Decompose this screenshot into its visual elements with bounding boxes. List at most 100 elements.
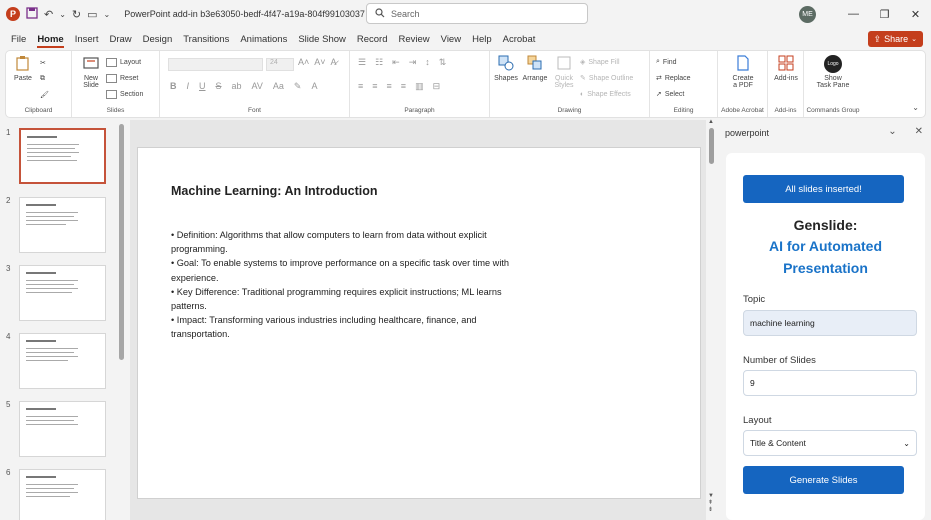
tab-acrobat[interactable]: Acrobat <box>503 34 536 45</box>
layout-button[interactable]: Layout <box>106 54 143 70</box>
thumb-number: 1 <box>6 128 11 137</box>
text-direction-icon[interactable]: ⇅ <box>439 57 447 68</box>
slide-thumbnail[interactable] <box>19 128 106 184</box>
highlight-icon[interactable]: ✎ <box>294 81 302 92</box>
spacing-button[interactable]: AV <box>252 81 263 92</box>
align-right-icon[interactable]: ≡ <box>387 81 392 92</box>
shape-outline-button[interactable]: ✎ Shape Outline <box>580 70 633 86</box>
slide-title[interactable]: Machine Learning: An Introduction <box>171 184 377 198</box>
tab-design[interactable]: Design <box>143 34 173 45</box>
slide-thumbnail[interactable] <box>19 333 106 389</box>
line-spacing-icon[interactable]: ↕ <box>425 57 430 68</box>
tab-animations[interactable]: Animations <box>240 34 287 45</box>
justify-icon[interactable]: ≡ <box>401 81 406 92</box>
scroll-up-icon[interactable]: ▲ <box>708 119 714 125</box>
quick-access-toolbar: P ↶ ⌄ ↻ ▭ ⌄ <box>0 6 111 22</box>
reset-button[interactable]: Reset <box>106 70 143 86</box>
change-case-button[interactable]: Aa <box>273 81 284 92</box>
font-color-icon[interactable]: A <box>311 81 317 92</box>
customize-icon[interactable]: ⌄ <box>104 10 111 19</box>
scroll-down-icon[interactable]: ▼ ⇞ ⇟ <box>708 493 714 514</box>
group-label-paragraph: Paragraph <box>404 107 435 114</box>
share-button[interactable]: ⇪ Share ⌄ <box>867 31 923 47</box>
topic-label: Topic <box>743 294 766 305</box>
present-icon[interactable]: ▭ <box>87 8 97 21</box>
format-painter-icon[interactable]: 🖌 <box>40 87 49 103</box>
grow-font-icon[interactable]: A˄ <box>298 57 309 67</box>
tab-transitions[interactable]: Transitions <box>183 34 229 45</box>
slide-canvas[interactable]: Machine Learning: An Introduction • Defi… <box>137 147 701 499</box>
topic-input[interactable]: machine learning <box>743 310 917 336</box>
redo-icon[interactable]: ↻ <box>72 8 81 21</box>
undo-icon[interactable]: ↶ <box>44 8 53 21</box>
group-paragraph: ☰ ☷ ⇤ ⇥ ↕ ⇅ ≡ ≡ ≡ ≡ ▥ ⊟ Paragraph <box>350 51 490 117</box>
font-size-select[interactable]: 24 <box>266 58 294 71</box>
align-text-icon[interactable]: ⊟ <box>433 81 441 92</box>
shape-fill-button[interactable]: ◈ Shape Fill <box>580 54 633 70</box>
shrink-font-icon[interactable]: A˅ <box>314 57 325 67</box>
align-left-icon[interactable]: ≡ <box>358 81 363 92</box>
bullets-icon[interactable]: ☰ <box>358 57 366 68</box>
group-label-commands: Commands Group <box>806 107 860 114</box>
close-button[interactable]: ✕ <box>900 8 931 21</box>
slide-thumbnail[interactable] <box>19 401 106 457</box>
new-slide-button[interactable]: New Slide <box>78 55 104 89</box>
tab-home[interactable]: Home <box>37 34 65 48</box>
arrange-button[interactable]: Arrange <box>521 55 549 82</box>
align-center-icon[interactable]: ≡ <box>372 81 377 92</box>
find-button[interactable]: ⌕ Find <box>656 54 691 70</box>
thumbnails-scrollbar[interactable] <box>119 124 124 360</box>
bold-button[interactable]: B <box>170 81 177 92</box>
shape-effects-button[interactable]: ◐ Shape Effects <box>580 86 633 102</box>
pane-options-icon[interactable]: ⌄ <box>888 126 896 137</box>
num-slides-input[interactable]: 9 <box>743 370 917 396</box>
font-family-select[interactable] <box>168 58 263 71</box>
select-button[interactable]: ➚ Select <box>656 86 691 102</box>
tab-view[interactable]: View <box>441 34 461 45</box>
minimize-button[interactable]: — <box>838 8 869 20</box>
dropdown-icon[interactable]: ⌄ <box>59 10 66 19</box>
pane-close-icon[interactable]: ✕ <box>915 126 923 137</box>
shadow-button[interactable]: ab <box>232 81 242 92</box>
group-addins: Add-ins Add-ins <box>768 51 804 117</box>
tab-record[interactable]: Record <box>357 34 388 45</box>
section-button[interactable]: Section <box>106 86 143 102</box>
cut-icon[interactable]: ✂ <box>40 55 49 71</box>
slide-thumbnail[interactable] <box>19 265 106 321</box>
slide-thumbnail[interactable] <box>19 469 106 520</box>
quick-styles-button[interactable]: Quick Styles <box>551 55 577 89</box>
tab-insert[interactable]: Insert <box>75 34 99 45</box>
create-pdf-label-2: a PDF <box>733 82 753 89</box>
layout-select[interactable]: Title & Content ⌄ <box>743 430 917 456</box>
tab-slide-show[interactable]: Slide Show <box>298 34 346 45</box>
editor-scrollbar[interactable]: ▲ ▼ ⇞ ⇟ <box>708 119 715 514</box>
tab-draw[interactable]: Draw <box>109 34 131 45</box>
avatar[interactable]: ME <box>799 5 816 23</box>
slide-content[interactable]: • Definition: Algorithms that allow comp… <box>171 228 515 342</box>
status-button[interactable]: All slides inserted! <box>743 175 904 203</box>
tab-file[interactable]: File <box>11 34 26 45</box>
strikethrough-button[interactable]: S <box>216 81 222 92</box>
generate-slides-button[interactable]: Generate Slides <box>743 466 904 494</box>
tab-review[interactable]: Review <box>399 34 430 45</box>
numbering-icon[interactable]: ☷ <box>375 57 383 68</box>
show-taskpane-button[interactable]: Logo Show Task Pane <box>804 55 862 89</box>
paste-button[interactable]: Paste <box>11 55 35 82</box>
shapes-button[interactable]: Shapes <box>494 55 518 82</box>
addins-button[interactable]: Add-ins <box>768 55 804 82</box>
underline-button[interactable]: U <box>199 81 206 92</box>
tab-help[interactable]: Help <box>472 34 492 45</box>
decrease-indent-icon[interactable]: ⇤ <box>392 57 400 68</box>
columns-icon[interactable]: ▥ <box>415 81 424 92</box>
restore-button[interactable]: ❐ <box>869 8 900 21</box>
copy-icon[interactable]: ⧉ <box>40 71 49 87</box>
clear-format-icon[interactable]: A̷ <box>331 57 337 67</box>
italic-button[interactable]: I <box>187 81 190 92</box>
ribbon-collapse-icon[interactable]: ⌄ <box>912 103 919 112</box>
search-box[interactable]: Search <box>366 3 588 24</box>
replace-button[interactable]: ⇄ Replace <box>656 70 691 86</box>
save-icon[interactable] <box>26 6 38 22</box>
create-pdf-button[interactable]: Create a PDF <box>718 55 768 89</box>
slide-thumbnail[interactable] <box>19 197 106 253</box>
increase-indent-icon[interactable]: ⇥ <box>409 57 417 68</box>
